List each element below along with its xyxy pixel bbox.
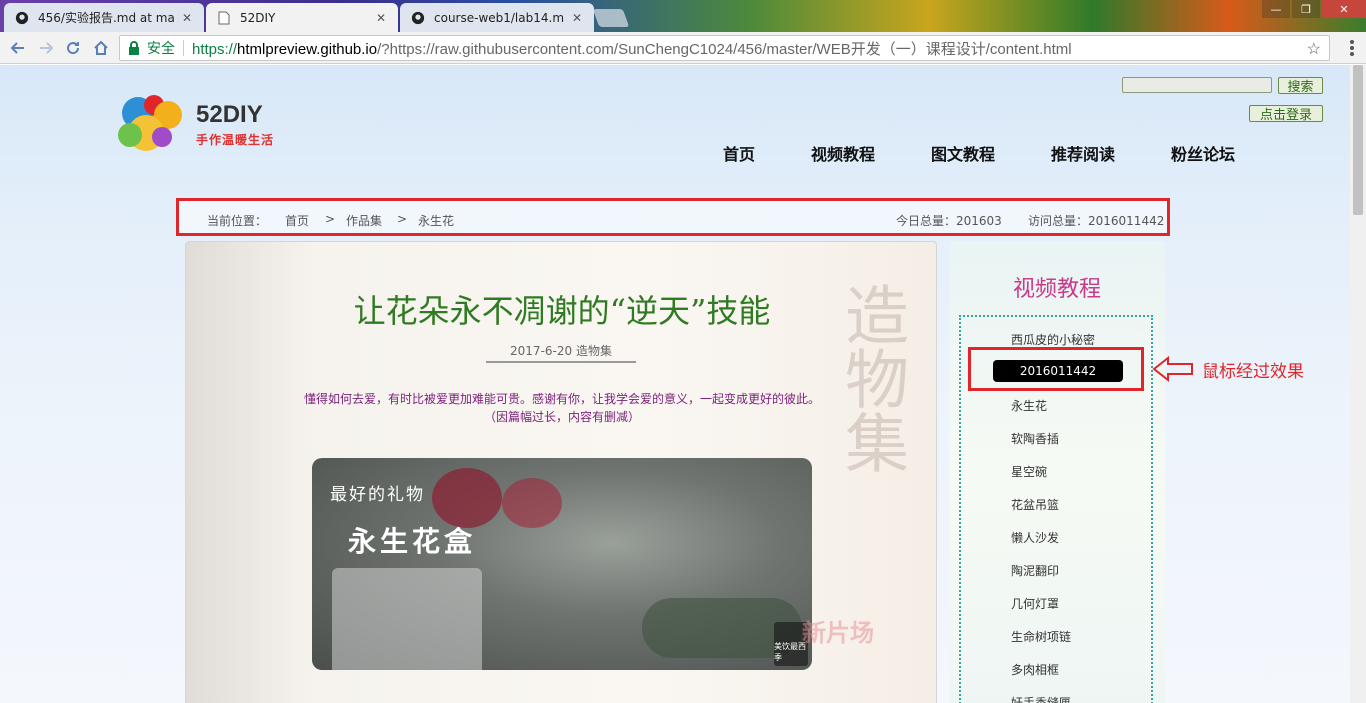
browser-toolbar: 安全 https://htmlpreview.github.io/?https:… [0, 32, 1366, 64]
url-text: https://htmlpreview.github.io/?https://r… [192, 40, 1072, 58]
nav-video-tutorials[interactable]: 视频教程 [811, 141, 875, 165]
page-viewport: 52DIY 手作温暖生活 搜索 点击登录 首页 视频教程 图文教程 推荐阅读 粉… [0, 65, 1350, 703]
article-video[interactable]: 最好的礼物 永生花盒 美饮最西季 [312, 458, 812, 670]
sidebar-item[interactable]: 花盆吊篮 [1011, 496, 1059, 513]
breadcrumb: 当前位置： 首页 > 作品集 > 永生花 今日总量：201603 访问总量：20… [176, 198, 1170, 236]
window-controls: — ❐ ✕ [1260, 0, 1366, 18]
breadcrumb-label: 当前位置： [207, 214, 268, 228]
article-intro: 懂得如何去爱，有时比被爱更加难能可贵。感谢有你，让我学会爱的意义，一起变成更好的… [186, 390, 936, 426]
tab-course-web1[interactable]: course-web1/lab14.m ✕ [400, 3, 594, 32]
sidebar-item[interactable]: 星空碗 [1011, 463, 1047, 480]
sidebar-item[interactable]: 多肉相框 [1011, 661, 1059, 678]
divider [183, 40, 184, 56]
breadcrumb-item-current: 永生花 [418, 214, 455, 228]
new-tab-button[interactable] [592, 9, 630, 27]
search-input[interactable] [1122, 77, 1272, 93]
breadcrumb-separator: > [325, 212, 336, 226]
close-icon[interactable]: ✕ [374, 11, 388, 25]
scrollbar-thumb[interactable] [1353, 65, 1363, 215]
main-nav: 首页 视频教程 图文教程 推荐阅读 粉丝论坛 [0, 137, 1350, 164]
sidebar-item[interactable]: 西瓜皮的小秘密 [1011, 331, 1095, 348]
minimize-icon[interactable]: — [1262, 0, 1290, 18]
window-close-icon[interactable]: ✕ [1322, 0, 1366, 18]
tab-github-report[interactable]: 456/实验报告.md at ma ✕ [4, 3, 204, 32]
sidebar-item-hovered[interactable]: 2016011442 [993, 360, 1123, 382]
visit-total: 访问总量：2016011442 [1028, 214, 1165, 228]
hover-highlight-box: 2016011442 [968, 347, 1144, 391]
today-total: 今日总量：201603 [896, 214, 1002, 228]
github-icon [14, 10, 30, 26]
address-bar[interactable]: 安全 https://htmlpreview.github.io/?https:… [119, 35, 1330, 61]
breadcrumb-separator: > [397, 212, 408, 226]
sidebar-item[interactable]: 几何灯罩 [1011, 595, 1059, 612]
browser-menu-icon[interactable] [1350, 40, 1354, 56]
sidebar-item[interactable]: 奸手香缝匣 [1011, 694, 1071, 703]
tab-title: 456/实验报告.md at ma [38, 11, 175, 25]
github-icon [410, 10, 426, 26]
annotation-label: 鼠标经过效果 [1202, 362, 1304, 382]
left-arrow-icon [1152, 356, 1193, 382]
tab-52diy[interactable]: 52DIY ✕ [206, 3, 398, 32]
restore-icon[interactable]: ❐ [1292, 0, 1320, 18]
article-title: 让花朵永不凋谢的“逆天”技能 [353, 292, 771, 330]
sidebar-video-tutorials: 视频教程 西瓜皮的小秘密 永生花 软陶香插 星空碗 花盆吊篮 懒人沙发 陶泥翻印… [949, 241, 1165, 703]
back-arrow-icon[interactable] [8, 38, 28, 58]
article-meta: 2017-6-20 造物集 [486, 342, 636, 363]
login-button[interactable]: 点击登录 [1249, 105, 1323, 123]
nav-recommended-reading[interactable]: 推荐阅读 [1051, 141, 1115, 165]
intro-note: （因篇幅过长，内容有删减） [483, 410, 640, 424]
page-icon [216, 10, 232, 26]
sidebar-item[interactable]: 懒人沙发 [1011, 529, 1059, 546]
sidebar-title: 视频教程 [1012, 277, 1101, 302]
nav-image-tutorials[interactable]: 图文教程 [931, 141, 995, 165]
watermark: 新片场 [802, 619, 874, 647]
tab-title: course-web1/lab14.m [434, 10, 565, 25]
sidebar-item[interactable]: 陶泥翻印 [1011, 562, 1059, 579]
forward-arrow-icon[interactable] [36, 38, 56, 58]
breadcrumb-item-works[interactable]: 作品集 [346, 212, 382, 229]
reload-icon[interactable] [63, 38, 83, 58]
intro-line: 懂得如何去爱，有时比被爱更加难能可贵。感谢有你，让我学会爱的意义，一起变成更好的… [303, 392, 820, 406]
video-caption: 最好的礼物 [330, 485, 425, 505]
sidebar-item[interactable]: 软陶香插 [1011, 430, 1059, 447]
sidebar-item[interactable]: 永生花 [1011, 397, 1047, 414]
close-icon[interactable]: ✕ [180, 11, 194, 25]
close-icon[interactable]: ✕ [570, 11, 584, 25]
tab-title: 52DIY [240, 10, 276, 25]
lock-icon [128, 41, 142, 55]
search-button[interactable]: 搜索 [1278, 77, 1323, 95]
sidebar-item[interactable]: 生命树项链 [1011, 628, 1071, 645]
security-label: 安全 [147, 40, 175, 56]
page-scrollbar[interactable] [1350, 65, 1366, 703]
breadcrumb-item-home[interactable]: 首页 [285, 212, 309, 229]
nav-fan-forum[interactable]: 粉丝论坛 [1171, 141, 1235, 165]
window-titlebar: 456/实验报告.md at ma ✕ 52DIY ✕ course-web1/… [0, 0, 1366, 32]
nav-home[interactable]: 首页 [723, 141, 755, 165]
bookmark-star-icon[interactable]: ☆ [1307, 39, 1321, 59]
home-icon[interactable] [91, 38, 111, 58]
logo-title: 52DIY [196, 101, 263, 128]
video-title: 永生花盒 [348, 525, 477, 558]
